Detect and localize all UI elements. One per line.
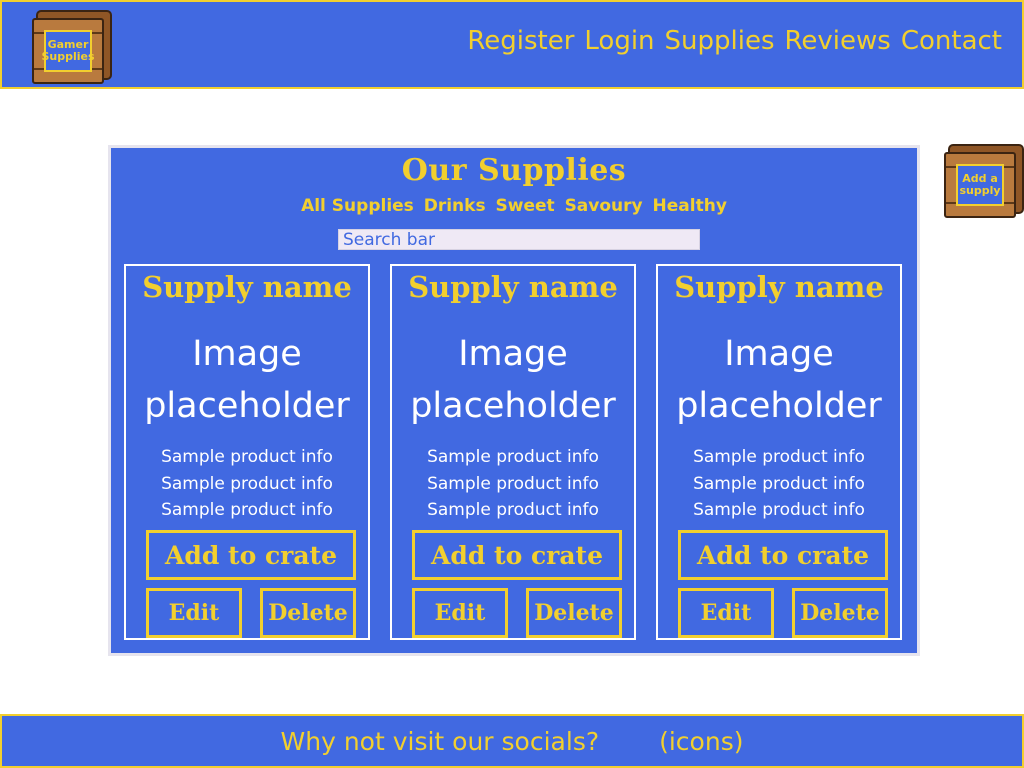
product-info: Sample product info Sample product info … — [693, 447, 865, 520]
supply-name: Supply name — [142, 270, 352, 304]
site-footer: Why not visit our socials? (icons) — [0, 714, 1024, 768]
add-to-crate-button[interactable]: Add to crate — [678, 530, 888, 580]
nav-reviews-link[interactable]: Reviews — [785, 26, 891, 56]
delete-button[interactable]: Delete — [526, 588, 622, 638]
add-to-crate-button[interactable]: Add to crate — [146, 530, 356, 580]
filter-sweet[interactable]: Sweet — [496, 196, 555, 216]
nav-register-link[interactable]: Register — [467, 26, 574, 56]
filter-healthy[interactable]: Healthy — [653, 196, 727, 216]
supply-name: Supply name — [674, 270, 884, 304]
image-placeholder: Image placeholder — [676, 334, 882, 426]
delete-button[interactable]: Delete — [792, 588, 888, 638]
supply-card: Supply name Image placeholder Sample pro… — [390, 264, 636, 640]
nav-supplies-link[interactable]: Supplies — [665, 26, 775, 56]
supply-card: Supply name Image placeholder Sample pro… — [656, 264, 902, 640]
product-info: Sample product info Sample product info … — [427, 447, 599, 520]
delete-button[interactable]: Delete — [260, 588, 356, 638]
edit-button[interactable]: Edit — [146, 588, 242, 638]
main-nav: Register Login Supplies Reviews Contact — [457, 26, 1002, 56]
logo-crate-icon[interactable]: Gamer Supplies — [32, 18, 104, 84]
logo-text: Gamer Supplies — [41, 30, 95, 72]
image-placeholder: Image placeholder — [144, 334, 350, 426]
nav-contact-link[interactable]: Contact — [901, 26, 1002, 56]
filter-savoury[interactable]: Savoury — [565, 196, 643, 216]
add-supply-label: Add a supply — [956, 164, 1004, 206]
category-filters: All Supplies Drinks Sweet Savoury Health… — [111, 196, 917, 216]
filter-all-supplies[interactable]: All Supplies — [301, 196, 414, 216]
supplies-panel: Our Supplies All Supplies Drinks Sweet S… — [108, 145, 920, 656]
add-to-crate-button[interactable]: Add to crate — [412, 530, 622, 580]
site-header: Gamer Supplies Register Login Supplies R… — [0, 0, 1024, 89]
social-icons-placeholder[interactable]: (icons) — [659, 727, 743, 756]
footer-socials-text: Why not visit our socials? — [280, 726, 600, 756]
supply-name: Supply name — [408, 270, 618, 304]
page-title: Our Supplies — [401, 153, 627, 188]
edit-button[interactable]: Edit — [678, 588, 774, 638]
search-input[interactable] — [338, 229, 700, 250]
edit-button[interactable]: Edit — [412, 588, 508, 638]
add-supply-button[interactable]: Add a supply — [944, 152, 1016, 218]
supply-card: Supply name Image placeholder Sample pro… — [124, 264, 370, 640]
filter-drinks[interactable]: Drinks — [424, 196, 486, 216]
image-placeholder: Image placeholder — [410, 334, 616, 426]
product-info: Sample product info Sample product info … — [161, 447, 333, 520]
nav-login-link[interactable]: Login — [584, 26, 654, 56]
